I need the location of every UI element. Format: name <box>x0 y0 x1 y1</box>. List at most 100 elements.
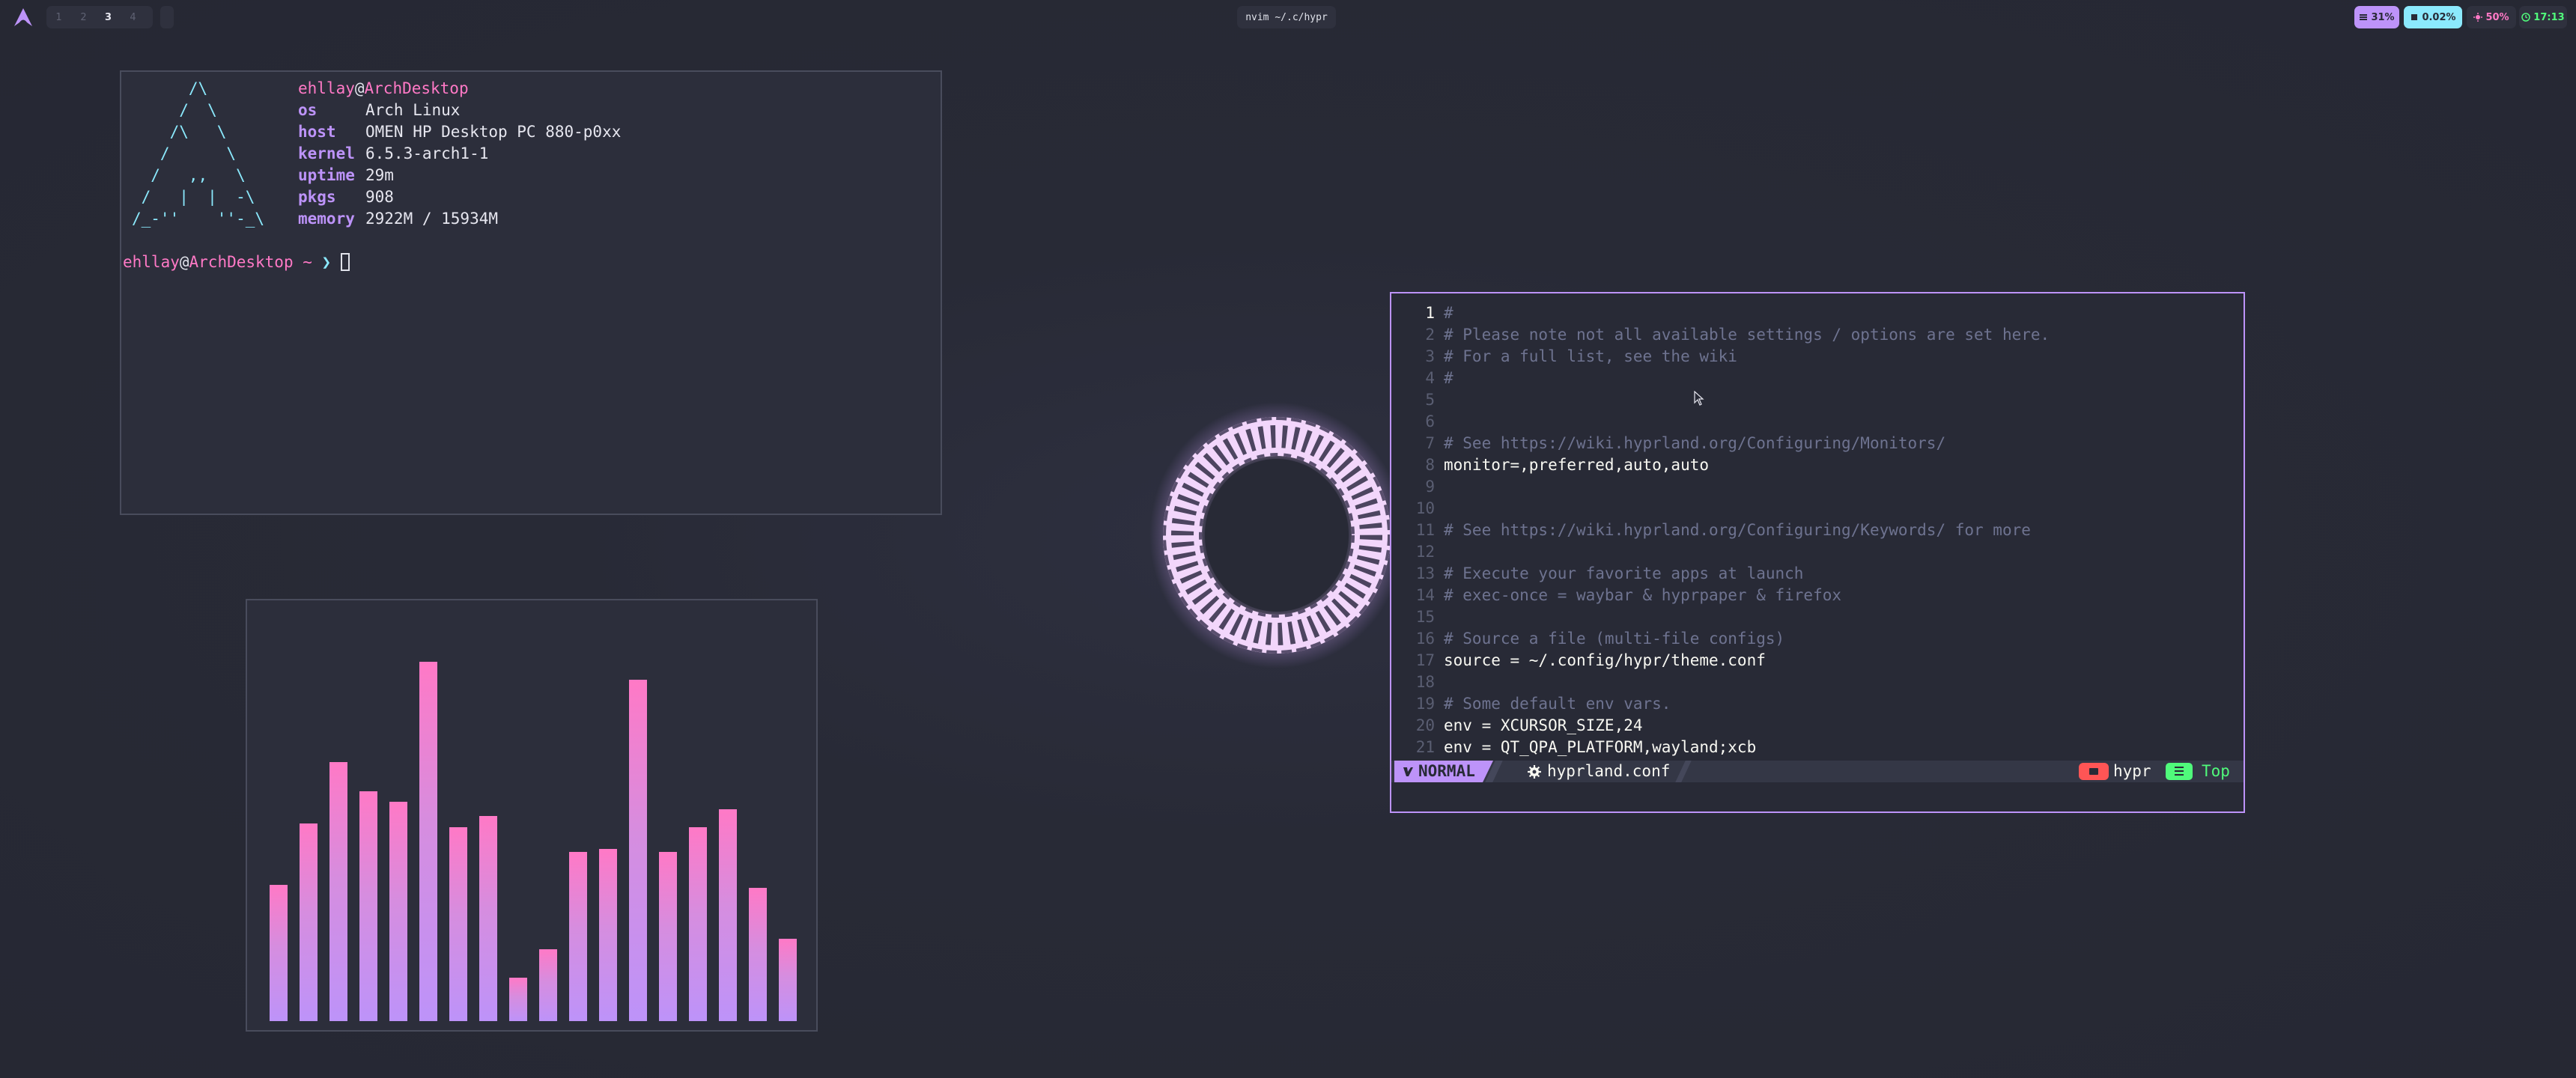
shell-prompt[interactable]: ehllay@ArchDesktop ~ ❯ <box>123 252 350 273</box>
code-line[interactable]: 18 <box>1391 672 2244 693</box>
fetch-username: ehllay <box>298 79 355 97</box>
line-number: 18 <box>1415 673 1435 691</box>
code-comment: # For a full list, see the wiki <box>1444 347 1737 365</box>
workspace-3[interactable]: 3 <box>96 12 121 23</box>
arch-ascii-logo-line: / | | -\ <box>132 188 265 206</box>
cpu-icon <box>2411 14 2418 20</box>
clock-icon <box>2521 13 2531 22</box>
code-line[interactable]: 10 <box>1391 498 2244 520</box>
workspace-2[interactable]: 2 <box>71 12 96 23</box>
directory-name: hypr <box>2113 762 2151 780</box>
visualizer-bar <box>539 949 557 1021</box>
arch-ascii-logo-line: /_-'' ''-_\ <box>132 210 265 228</box>
code-line[interactable]: 6 <box>1391 411 2244 433</box>
clock-value: 17:13 <box>2533 11 2565 23</box>
filename-separator <box>1675 761 1692 782</box>
gear-icon <box>1528 764 1541 779</box>
arch-ascii-logo-line: / ,, \ <box>132 166 265 184</box>
line-number: 7 <box>1425 434 1435 452</box>
neovim-window[interactable]: 1 #2 # Please note not all available setti… <box>1390 292 2245 813</box>
workspace-1[interactable]: 1 <box>46 12 71 23</box>
code-line[interactable]: 21 env = QT_QPA_PLATFORM,wayland;xcb <box>1391 737 2244 758</box>
terminal-window[interactable]: ehllay@ArchDesktop /\ / \ /\ \ / \ / ,, … <box>120 70 942 515</box>
workspace-4[interactable]: 4 <box>121 12 145 23</box>
visualizer-bar <box>569 852 587 1021</box>
code-comment: # Execute your favorite apps at launch <box>1444 564 1804 582</box>
code-line[interactable]: 15 <box>1391 606 2244 628</box>
fetch-hostname: ArchDesktop <box>364 79 469 97</box>
clock-widget[interactable]: 17:13 <box>2519 6 2567 28</box>
fetch-value-uptime: 29m <box>365 166 394 184</box>
code-line[interactable]: 8 monitor=,preferred,auto,auto <box>1391 454 2244 476</box>
special-workspace-indicator[interactable] <box>160 6 174 28</box>
code-line[interactable]: 5 <box>1391 389 2244 411</box>
audio-visualizer-window[interactable] <box>246 599 818 1032</box>
cpu-widget[interactable]: 0.02% <box>2404 6 2462 28</box>
code-comment: # Some default env vars. <box>1444 695 1671 713</box>
code-comment: # <box>1444 304 1453 322</box>
vim-icon <box>1403 767 1413 776</box>
visualizer-bar <box>509 978 527 1021</box>
line-number: 20 <box>1415 716 1435 734</box>
code-text: env = XCURSOR_SIZE,24 <box>1444 716 1643 734</box>
prompt-username: ehllay <box>123 253 180 271</box>
code-line[interactable]: 9 <box>1391 476 2244 498</box>
fetch-key-host: host <box>298 123 336 141</box>
fetch-value-pkgs: 908 <box>365 188 394 206</box>
code-comment: # exec-once = waybar & hyprpaper & firef… <box>1444 586 1842 604</box>
line-number: 3 <box>1425 347 1435 365</box>
line-number: 2 <box>1425 326 1435 344</box>
line-number: 11 <box>1415 521 1435 539</box>
arch-ascii-logo-line: /\ <box>132 79 265 97</box>
code-line[interactable]: 7 # See https://wiki.hyprland.org/Configu… <box>1391 433 2244 454</box>
filename: hyprland.conf <box>1547 762 1671 780</box>
visualizer-bar <box>599 849 617 1021</box>
code-buffer[interactable]: 1 #2 # Please note not all available setti… <box>1391 302 2244 758</box>
code-line[interactable]: 1 # <box>1391 302 2244 324</box>
fetch-value-memory: 2922M / 15934M <box>365 210 499 228</box>
code-line[interactable]: 11 # See https://wiki.hyprland.org/Config… <box>1391 520 2244 541</box>
folder-icon <box>2079 763 2109 780</box>
code-text: monitor=,preferred,auto,auto <box>1444 456 1710 474</box>
code-line[interactable]: 17 source = ~/.config/hypr/theme.conf <box>1391 650 2244 672</box>
code-line[interactable]: 4 # <box>1391 368 2244 389</box>
visualizer-bar <box>419 662 437 1021</box>
memory-widget[interactable]: 31% <box>2354 6 2399 28</box>
position-icon <box>2166 763 2193 780</box>
code-line[interactable]: 2 # Please note not all available setting… <box>1391 324 2244 346</box>
visualizer-bar <box>300 823 318 1021</box>
code-comment: # See https://wiki.hyprland.org/Configur… <box>1444 434 1946 452</box>
arch-logo-icon[interactable] <box>13 7 33 27</box>
code-line[interactable]: 19 # Some default env vars. <box>1391 693 2244 715</box>
code-line[interactable]: 14 # exec-once = waybar & hyprpaper & fir… <box>1391 585 2244 606</box>
visualizer-bar <box>329 762 347 1021</box>
line-number: 1 <box>1425 304 1435 322</box>
line-number: 9 <box>1425 478 1435 496</box>
code-line[interactable]: 16 # Source a file (multi-file configs) <box>1391 628 2244 650</box>
mode-indicator: NORMAL <box>1394 761 1483 782</box>
arch-ascii-logo-line: /\ \ <box>132 123 265 141</box>
code-line[interactable]: 20 env = XCURSOR_SIZE,24 <box>1391 715 2244 737</box>
code-comment: # See https://wiki.hyprland.org/Configur… <box>1444 521 2031 539</box>
prompt-arrow: ❯ <box>321 253 332 271</box>
line-number: 17 <box>1415 651 1435 669</box>
prompt-at: @ <box>179 253 189 271</box>
workspace-switcher: 1234 <box>46 6 153 28</box>
line-number: 10 <box>1415 499 1435 517</box>
visualizer-bar <box>719 809 737 1021</box>
visualizer-bar <box>270 885 288 1021</box>
code-line[interactable]: 3 # For a full list, see the wiki <box>1391 346 2244 368</box>
mode-label: NORMAL <box>1418 762 1475 780</box>
prompt-hostname: ArchDesktop <box>189 253 294 271</box>
brightness-widget[interactable]: 50% <box>2467 6 2516 28</box>
line-number: 16 <box>1415 630 1435 648</box>
prompt-directory: ~ <box>293 253 322 271</box>
code-comment: # <box>1444 369 1453 387</box>
code-line[interactable]: 12 <box>1391 541 2244 563</box>
line-number: 21 <box>1415 738 1435 756</box>
cpu-value: 0.02% <box>2422 11 2456 23</box>
line-number: 5 <box>1425 391 1435 409</box>
scroll-position: Top <box>2202 762 2230 780</box>
code-line[interactable]: 13 # Execute your favorite apps at launch <box>1391 563 2244 585</box>
line-number: 4 <box>1425 369 1435 387</box>
